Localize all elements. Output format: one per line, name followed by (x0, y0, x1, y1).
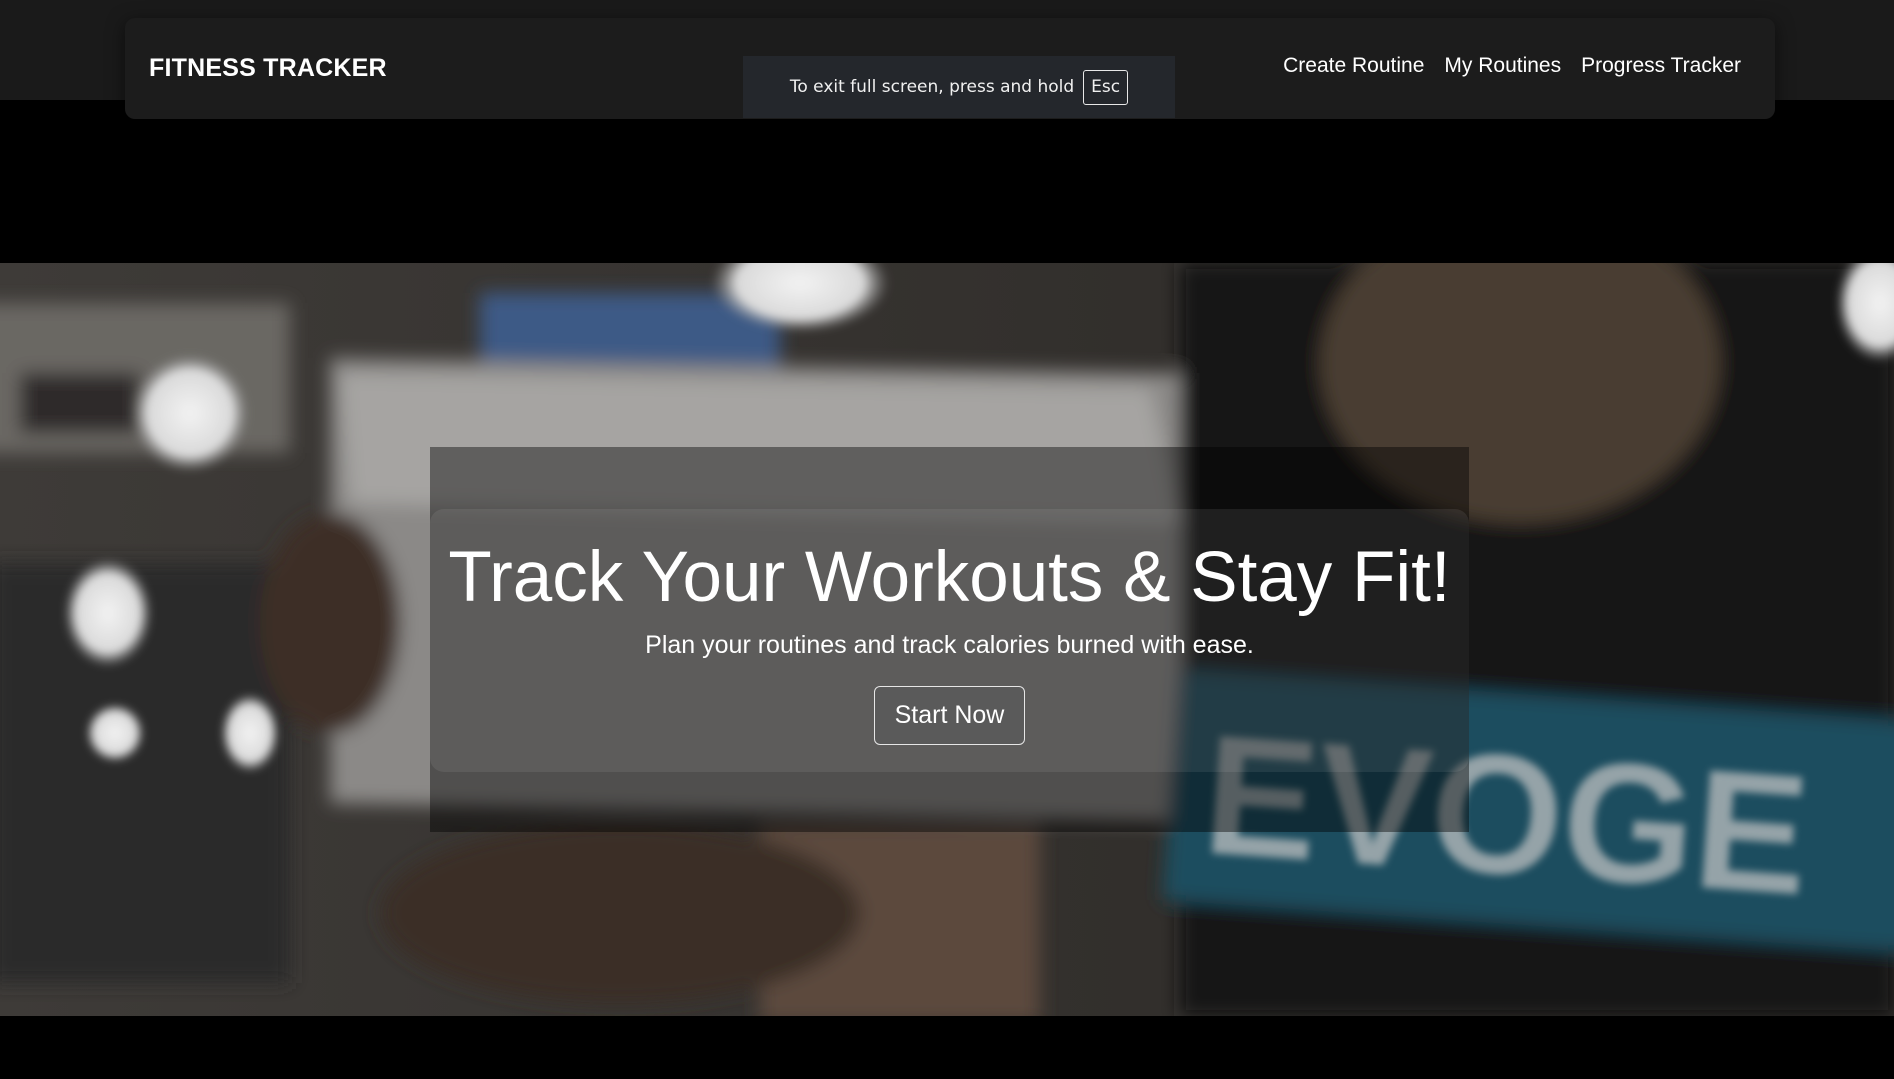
brand-logo[interactable]: FITNESS TRACKER (149, 54, 387, 83)
fullscreen-exit-notice: To exit full screen, press and hold Esc (743, 56, 1175, 118)
hero-content-card: Track Your Workouts & Stay Fit! Plan you… (430, 509, 1469, 772)
nav-link-progress-tracker[interactable]: Progress Tracker (1581, 54, 1741, 78)
esc-key-badge: Esc (1083, 69, 1129, 105)
nav-link-my-routines[interactable]: My Routines (1444, 54, 1561, 78)
hero-subtitle: Plan your routines and track calories bu… (645, 631, 1254, 660)
hero-section: EVOGE Track Your Workouts & Stay Fit! Pl… (0, 263, 1894, 1016)
nav-link-create-routine[interactable]: Create Routine (1283, 54, 1424, 78)
start-now-button[interactable]: Start Now (874, 686, 1025, 746)
nav-links: Create Routine My Routines Progress Trac… (1283, 54, 1741, 78)
hero-title: Track Your Workouts & Stay Fit! (448, 538, 1451, 617)
fullscreen-notice-text: To exit full screen, press and hold (789, 77, 1075, 97)
